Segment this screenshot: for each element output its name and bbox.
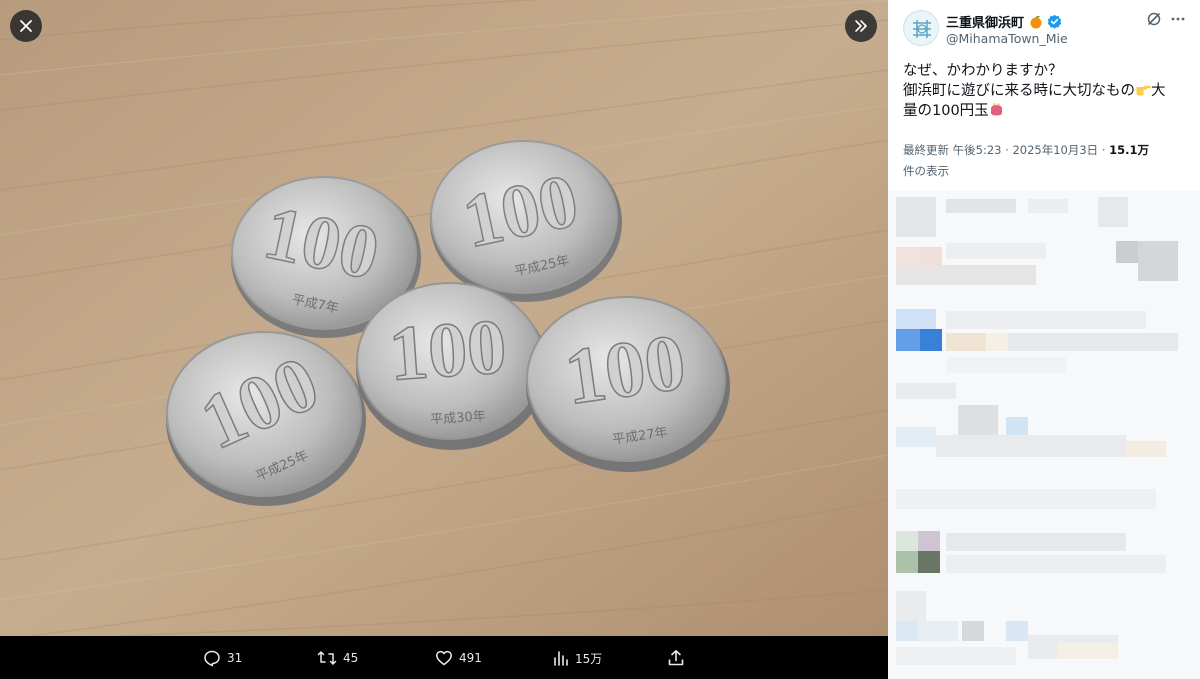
display-name: 三重県御浜町 [946,16,1025,31]
tweet-side-panel: 三重県御浜町 @MihamaTown_Mie なぜ、かわかりますか？ 御浜町に遊… [888,0,1200,679]
repost-count: 45 [343,651,359,665]
like-button[interactable]: 491 [435,648,482,668]
expand-icon [855,20,867,32]
blurred-replies [888,191,1200,679]
share-button[interactable] [667,648,691,668]
views-count: 15万 [575,651,603,666]
display-name-row[interactable]: 三重県御浜町 [946,12,1062,31]
reply-icon [204,650,220,667]
reply-count: 31 [227,651,243,665]
user-handle[interactable]: @MihamaTown_Mie [946,31,1068,46]
tweet-time[interactable]: 午後5:23 [953,143,1002,157]
expand-button[interactable] [845,10,877,42]
coin-heisei25-top: 100 平成25年 [430,140,622,302]
tweet-line-2-row: 御浜町に遊びに来る時に大切なもの 大 [903,81,1195,101]
coin-heisei30: 100 平成30年 [356,282,548,450]
coin-purse-emoji-icon [990,103,1002,116]
coins-photo: 100 平成7年 100 平成25年 100 平成25年 100 平成30年 1… [0,0,888,636]
repost-button[interactable]: 45 [317,648,358,668]
repost-icon [317,651,337,665]
verified-badge-icon [1047,14,1062,29]
coin-heisei25-bottom: 100 平成25年 [166,331,366,506]
tweet-meta-line-1: 最終更新 午後5:23 · 2025年10月3日 · 15.1万 [903,140,1193,161]
like-count: 491 [459,651,482,665]
reply-button[interactable]: 31 [203,648,242,668]
views-button[interactable]: 15万 [553,648,602,668]
grok-icon [1147,12,1161,26]
coin-heisei27-face: 100 [560,318,691,422]
tweet-date[interactable]: 2025年10月3日 [1012,143,1098,157]
close-icon [20,20,32,32]
tweet-meta: 最終更新 午後5:23 · 2025年10月3日 · 15.1万 件の表示 [903,140,1193,182]
grok-button[interactable] [1146,11,1162,31]
like-icon [436,650,452,666]
meta-dot-2: · [1101,143,1106,157]
close-button[interactable] [10,10,42,42]
tweet-line-1: なぜ、かわかりますか？ [903,63,1063,79]
more-icon [1171,17,1185,21]
orange-emoji-icon [1030,15,1042,29]
tweet-text: なぜ、かわかりますか？ 御浜町に遊びに来る時に大切なもの 大 量の100円玉 [903,61,1195,121]
meta-dot-1: · [1005,143,1009,157]
updated-label: 最終更新 [903,143,949,157]
action-bar: 31 45 491 15万 [0,636,888,679]
tweet-line-3: 量の100円玉 [903,103,989,119]
views-label: 件の表示 [903,164,949,178]
share-icon [668,650,684,666]
more-options-button[interactable] [1170,11,1186,31]
avatar[interactable] [903,10,939,46]
tweet-line-2: 御浜町に遊びに来る時に大切なもの [903,83,1135,99]
tweet-line-2-tail: 大 [1151,83,1166,99]
coin-heisei30-face: 100 [386,302,509,397]
tweet-line-3-row: 量の100円玉 [903,101,1195,121]
view-count: 15.1万 [1109,143,1150,157]
views-icon [554,651,568,666]
pointing-hand-emoji-icon [1136,85,1151,96]
town-logo-icon [905,12,938,45]
media-viewer: 100 平成7年 100 平成25年 100 平成25年 100 平成30年 1… [0,0,888,679]
coin-heisei27: 100 平成27年 [526,296,730,472]
